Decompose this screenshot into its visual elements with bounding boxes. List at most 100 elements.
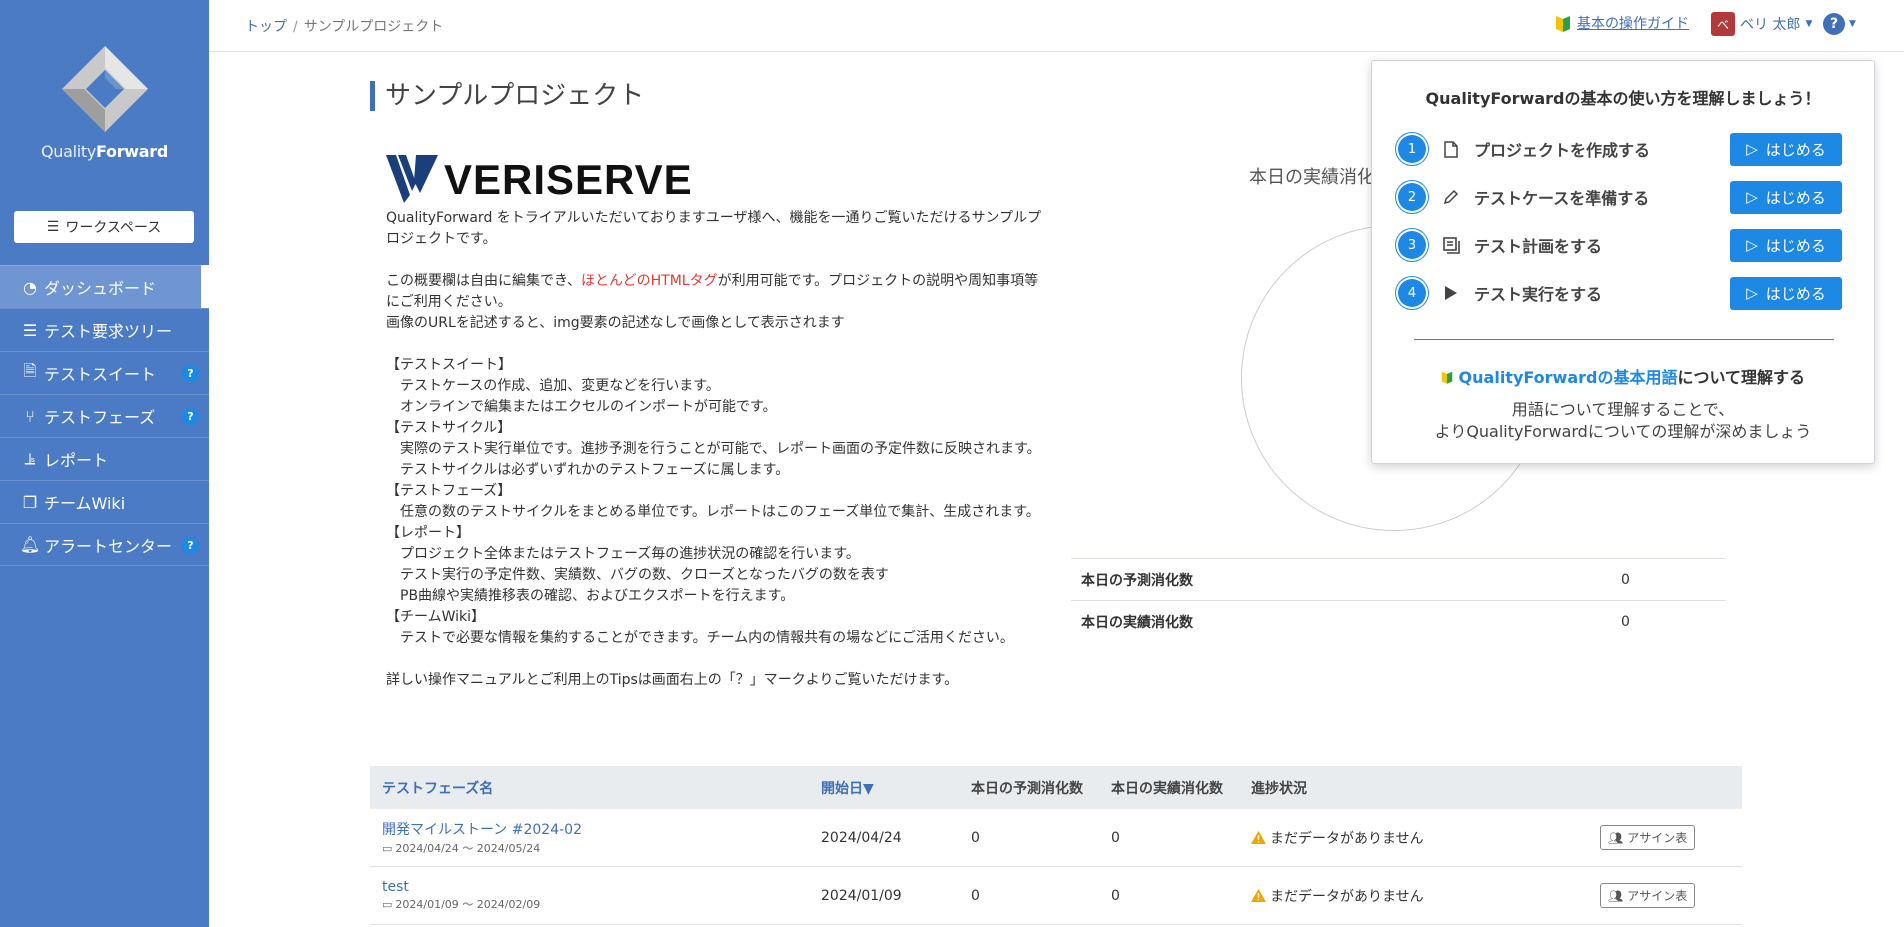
phase-name-link[interactable]: 開発マイルストーン #2024-02 [382, 819, 821, 839]
step-label: プロジェクトを作成する [1474, 141, 1651, 160]
user-menu[interactable]: ベ ベリ 太郎 ▼ [1711, 12, 1812, 36]
basic-terms-description: 用語について理解することで、 よりQualityForwardについての理解が深… [1372, 399, 1874, 443]
users-icon: 👥︎ [1608, 830, 1624, 845]
column-header-start-date[interactable]: 開始日▼ [821, 778, 971, 798]
phase-name-link[interactable]: test [382, 879, 821, 895]
terms-description-line: よりQualityForwardについての理解が深めましょう [1434, 422, 1812, 441]
beginner-mark-icon [1556, 16, 1570, 32]
description-text: テスト実行の予定件数、実績数、バグの数、クローズとなったバグの数を表す [386, 567, 889, 583]
start-button-step-4[interactable]: ▷ はじめる [1730, 276, 1842, 310]
guide-title: QualityForwardの基本の使い方を理解しましょう！ [1425, 89, 1821, 108]
list-icon: ☰ [22, 320, 38, 340]
workspace-button[interactable]: ☰ ワークスペース [14, 211, 194, 243]
progress-status: まだデータがありません [1251, 886, 1600, 906]
step-label: テストケースを準備する [1474, 189, 1650, 208]
assign-table-button[interactable]: 👥︎ アサイン表 [1600, 825, 1696, 850]
avatar: ベ [1711, 12, 1735, 36]
pencil-icon [1436, 189, 1466, 205]
stats-value: 0 [1621, 571, 1630, 588]
description-text: 【テストサイクル】 [386, 420, 512, 436]
phase-date-range: ▭ 2024/04/24 〜 2024/05/24 [382, 841, 541, 856]
help-menu[interactable]: ? ▼ [1823, 13, 1856, 35]
description-text: テストサイクルは必ずいずれかのテストフェーズに属します。 [386, 462, 790, 478]
breadcrumb-home-link[interactable]: トップ [245, 19, 287, 35]
terms-description-line: 用語について理解することで、 [1511, 400, 1735, 419]
user-name: ベリ 太郎 [1740, 17, 1801, 33]
play-outline-icon: ▷ [1746, 284, 1758, 302]
veriserve-mark-icon [386, 155, 438, 203]
description-text: 実際のテスト実行単位です。進捗予測を行うことが可能で、レポート画面の予定件数に反… [386, 441, 1041, 457]
today-stats: 本日の予測消化数 0 本日の実績消化数 0 [1071, 558, 1726, 642]
warning-icon [1251, 831, 1266, 844]
phase-date-range: ▭ 2024/01/09 〜 2024/02/09 [382, 897, 541, 912]
step-number: 1 [1398, 135, 1426, 163]
step-number: 3 [1398, 231, 1426, 259]
sidebar-item-label: テスト要求ツリー [44, 322, 173, 341]
veriserve-logo-text: VERISERVE [444, 155, 693, 203]
logo-text: QualityForward [40, 142, 169, 161]
start-date: 2024/04/24 [821, 829, 902, 846]
assign-table-button[interactable]: 👥︎ アサイン表 [1600, 883, 1696, 908]
calendar-icon: ▭ [382, 897, 393, 911]
sidebar-item-report[interactable]: ⫡ レポート [0, 437, 209, 480]
start-button-step-2[interactable]: ▷ はじめる [1730, 180, 1842, 214]
sidebar-item-test-requirement-tree[interactable]: ☰ テスト要求ツリー [0, 308, 209, 351]
start-button-step-1[interactable]: ▷ はじめる [1730, 132, 1842, 166]
beginner-mark-icon [1441, 371, 1453, 384]
basic-terms-link[interactable]: QualityForwardの基本用語 [1459, 368, 1678, 387]
basic-guide-link[interactable]: 基本の操作ガイド [1555, 13, 1689, 33]
play-outline-icon: ▷ [1746, 236, 1758, 254]
sidebar-item-team-wiki[interactable]: ❐ チームWiki [0, 480, 209, 523]
sidebar-item-label: アラートセンター [44, 536, 173, 556]
breadcrumb: トップ / サンプルプロジェクト [245, 16, 443, 36]
workspace-button-label: ワークスペース [65, 220, 162, 236]
guide-step-3: 3 テスト計画をする ▷ はじめる [1398, 227, 1842, 263]
list-icon: ☰ [46, 219, 60, 235]
basic-guide-label: 基本の操作ガイド [1577, 16, 1689, 32]
start-button-step-3[interactable]: ▷ はじめる [1730, 228, 1842, 262]
description-text: QualityForward をトライアルいただいておりますユーザ様へ、機能を一… [386, 210, 1042, 247]
warning-icon [1251, 889, 1266, 902]
description-text: 任意の数のテストサイクルをまとめる単位です。レポートはこのフェーズ単位で集計、生… [386, 504, 1040, 520]
description-text: PB曲線や実績推移表の確認、およびエクスポートを行えます。 [386, 588, 795, 604]
sidebar-nav: ◔ ダッシュボード ☰ テスト要求ツリー 🗎 テストスイート ? ⑂ テストフェ… [0, 265, 209, 566]
step-label: テスト計画をする [1474, 237, 1603, 256]
description-text: 詳しい操作マニュアルとご利用上のTipsは画面右上の「？」マークよりご覧いただけ… [386, 672, 959, 688]
basic-guide-popover: QualityForwardの基本の使い方を理解しましょう！ 1 プロジェクトを… [1371, 60, 1875, 464]
file-icon [1436, 140, 1466, 158]
stats-label: 本日の実績消化数 [1081, 614, 1193, 631]
sidebar-item-alert-center[interactable]: 🔔︎ アラートセンター ? [0, 523, 209, 566]
description-text: プロジェクト全体またはテストフェーズ毎の進捗状況の確認を行います。 [386, 546, 860, 562]
basic-terms-suffix: について理解する [1677, 368, 1806, 387]
guide-step-1: 1 プロジェクトを作成する ▷ はじめる [1398, 131, 1842, 167]
sidebar: QualityForward ☰ ワークスペース ◔ ダッシュボード ☰ テスト… [0, 0, 209, 927]
help-icon[interactable]: ? [182, 408, 199, 425]
column-header-phase-name[interactable]: テストフェーズ名 [370, 778, 821, 798]
sidebar-item-label: テストフェーズ [44, 408, 156, 427]
app-logo[interactable]: QualityForward [0, 44, 209, 161]
document-icon: 🗎 [23, 360, 37, 380]
today-actual-chart-title: 本日の実績消化 [1249, 167, 1375, 188]
guide-step-2: 2 テストケースを準備する ▷ はじめる [1398, 179, 1842, 215]
stats-row-forecast: 本日の予測消化数 0 [1071, 558, 1726, 600]
sidebar-item-test-phase[interactable]: ⑂ テストフェーズ ? [0, 394, 209, 437]
sidebar-item-dashboard[interactable]: ◔ ダッシュボード [0, 265, 209, 308]
help-icon[interactable]: ? [182, 365, 199, 382]
step-label: テスト実行をする [1474, 285, 1603, 304]
play-outline-icon: ▷ [1746, 188, 1758, 206]
dashboard-icon: ◔ [23, 277, 37, 297]
description-text: テストケースの作成、追加、変更などを行います。 [386, 378, 720, 394]
description-text: オンラインで編集またはエクセルのインポートが可能です。 [386, 399, 777, 415]
actual-value: 0 [1111, 887, 1120, 904]
help-icon[interactable]: ? [182, 537, 199, 554]
step-number: 4 [1398, 279, 1426, 307]
description-text: この概要欄は自由に編集でき、ほとんどのHTMLタグが利用可能です。プロジェクトの… [386, 273, 1039, 310]
sidebar-item-test-suite[interactable]: 🗎 テストスイート ? [0, 351, 209, 394]
description-text: テストで必要な情報を集約することができます。チーム内の情報共有の場などにご活用く… [386, 630, 1014, 646]
step-number: 2 [1398, 183, 1426, 211]
sidebar-item-label: チームWiki [44, 494, 126, 513]
sidebar-item-label: テストスイート [44, 365, 157, 384]
column-header-forecast: 本日の予測消化数 [971, 780, 1083, 797]
bell-icon: 🔔︎ [19, 535, 41, 554]
chart-icon: ⫡ [24, 449, 36, 468]
